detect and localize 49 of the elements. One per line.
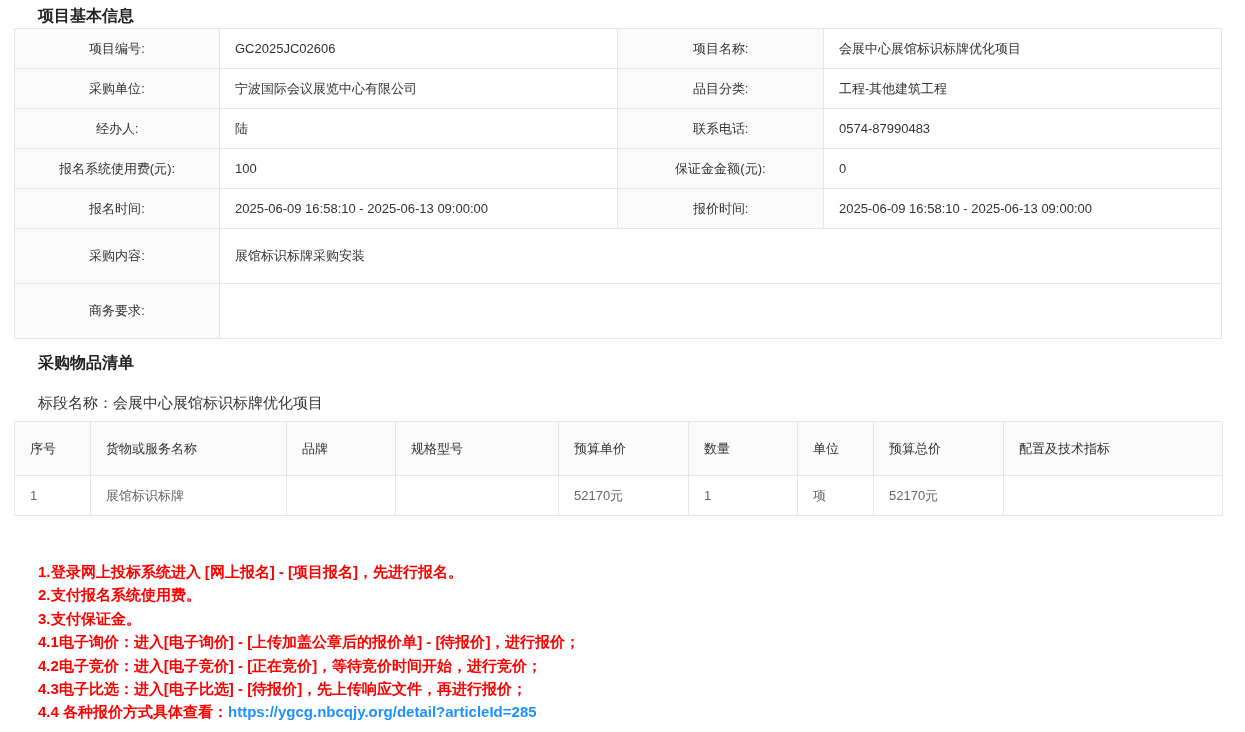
column-header: 单位 xyxy=(797,421,874,476)
field-label: 经办人: xyxy=(14,108,220,149)
detail-link[interactable]: https://ygcg.nbcqjy.org/detail?articleId=285 xyxy=(228,703,537,721)
table-cell: 展馆标识标牌 xyxy=(90,475,287,516)
instruction-text: 2.支付报名系统使用费。 xyxy=(38,585,202,606)
lot-name: 标段名称：会展中心展馆标识标牌优化项目 xyxy=(37,393,324,413)
field-label: 报名系统使用费(元): xyxy=(14,148,220,189)
section-title: 项目基本信息 xyxy=(36,6,135,26)
column-header: 品牌 xyxy=(286,421,396,476)
instruction-text: 4.4 各种报价方式具体查看： xyxy=(38,703,229,721)
table-cell: 1 xyxy=(688,475,798,516)
field-value: 宁波国际会议展览中心有限公司 xyxy=(219,68,618,109)
instruction-text: 4.2电子竞价：进入[电子竞价] - [正在竞价]，等待竞价时间开始，进行竞价； xyxy=(38,655,544,676)
table-cell: 项 xyxy=(797,475,874,516)
field-value: 0 xyxy=(823,148,1222,189)
table-cell: 52170元 xyxy=(873,475,1004,516)
field-label: 采购单位: xyxy=(14,68,220,109)
field-value: 会展中心展馆标识标牌优化项目 xyxy=(823,28,1222,69)
field-label: 商务要求: xyxy=(14,283,220,339)
field-value: GC2025JC02606 xyxy=(219,28,618,69)
instruction-text: 4.3电子比选：进入[电子比选] - [待报价]，先上传响应文件，再进行报价； xyxy=(38,679,529,700)
field-value: 2025-06-09 16:58:10 - 2025-06-13 09:00:00 xyxy=(823,188,1222,229)
column-header: 规格型号 xyxy=(395,421,559,476)
column-header: 序号 xyxy=(14,421,91,476)
field-value: 陆 xyxy=(219,108,618,149)
field-value: 展馆标识标牌采购安装 xyxy=(219,228,1222,284)
table-cell: 52170元 xyxy=(558,475,689,516)
column-header: 配置及技术指标 xyxy=(1003,421,1223,476)
instruction-text: 3.支付保证金。 xyxy=(38,608,142,629)
field-label: 品目分类: xyxy=(617,68,824,109)
section-title: 采购物品清单 xyxy=(37,353,135,373)
field-value: 100 xyxy=(219,148,618,189)
instruction-text: 1.登录网上投标系统进入 [网上报名] - [项目报名]，先进行报名。 xyxy=(38,562,464,582)
column-header: 预算总价 xyxy=(873,421,1004,476)
table-cell: 1 xyxy=(14,475,91,516)
column-header: 数量 xyxy=(688,421,798,476)
field-label: 采购内容: xyxy=(14,228,220,284)
column-header: 货物或服务名称 xyxy=(90,421,287,476)
field-label: 项目名称: xyxy=(617,28,824,69)
field-label: 保证金金额(元): xyxy=(617,148,824,189)
field-label: 项目编号: xyxy=(14,28,220,69)
field-value: 0574-87990483 xyxy=(823,108,1222,149)
field-value: 2025-06-09 16:58:10 - 2025-06-13 09:00:00 xyxy=(219,188,618,229)
field-label: 联系电话: xyxy=(617,108,824,149)
field-label: 报名时间: xyxy=(14,188,220,229)
field-label: 报价时间: xyxy=(617,188,824,229)
instruction-text: 4.1电子询价：进入[电子询价] - [上传加盖公章后的报价单] - [待报价]，进行报价； xyxy=(38,632,582,653)
field-value: 工程-其他建筑工程 xyxy=(823,68,1222,109)
column-header: 预算单价 xyxy=(558,421,689,476)
